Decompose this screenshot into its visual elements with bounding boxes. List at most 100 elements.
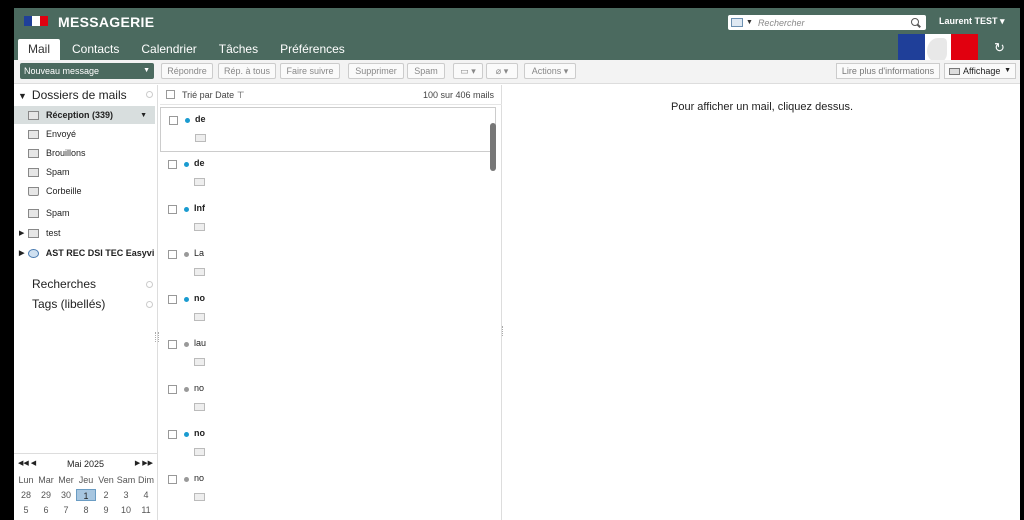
- new-message-label: Nouveau message: [24, 66, 100, 76]
- actions-button[interactable]: Actions ▾: [524, 63, 576, 79]
- read-indicator-icon[interactable]: [184, 342, 189, 347]
- folder-label: Spam: [46, 167, 70, 177]
- tab-mail[interactable]: Mail: [18, 39, 61, 60]
- search-box[interactable]: ▼ Rechercher: [728, 15, 926, 30]
- sidebar-item-trash[interactable]: Corbeille: [14, 182, 155, 200]
- mail-scope-icon[interactable]: [731, 18, 743, 27]
- sidebar-item-spam[interactable]: Spam: [14, 163, 155, 181]
- calendar-day[interactable]: 7: [56, 504, 76, 516]
- sidebar-item-spam-2[interactable]: Spam: [14, 204, 155, 222]
- chevron-down-icon[interactable]: ▼: [143, 67, 150, 74]
- unread-indicator-icon[interactable]: [185, 118, 190, 123]
- message-row[interactable]: no: [160, 467, 496, 512]
- tag-button[interactable]: ⌀ ▾: [486, 63, 518, 79]
- envelope-icon: [194, 268, 205, 276]
- display-icon: [949, 68, 960, 75]
- calendar-day[interactable]: 10: [116, 504, 136, 516]
- calendar-day[interactable]: 28: [16, 489, 36, 501]
- message-list-scrollbar[interactable]: [489, 107, 497, 517]
- message-checkbox[interactable]: [168, 250, 177, 259]
- unread-indicator-icon[interactable]: [184, 297, 189, 302]
- calendar-day[interactable]: 9: [96, 504, 116, 516]
- sidebar-item-test[interactable]: ▶ test: [14, 224, 155, 242]
- message-row[interactable]: de: [160, 152, 496, 197]
- read-indicator-icon[interactable]: [184, 252, 189, 257]
- message-checkbox[interactable]: [168, 160, 177, 169]
- envelope-icon: [194, 403, 205, 411]
- searches-header[interactable]: Recherches: [32, 277, 96, 291]
- message-row[interactable]: de: [160, 107, 496, 152]
- delete-button[interactable]: Supprimer: [348, 63, 404, 79]
- folder-label: Spam: [46, 208, 70, 218]
- read-indicator-icon[interactable]: [184, 477, 189, 482]
- expand-icon[interactable]: ▶: [19, 249, 24, 257]
- read-indicator-icon[interactable]: [184, 387, 189, 392]
- expand-icon[interactable]: ▶: [19, 229, 24, 237]
- display-button[interactable]: Affichage ▼: [944, 63, 1016, 79]
- gear-icon[interactable]: [146, 281, 153, 288]
- search-input[interactable]: Rechercher: [758, 18, 910, 28]
- select-all-checkbox[interactable]: [166, 90, 175, 99]
- tab-tasks[interactable]: Tâches: [209, 39, 268, 60]
- spam-button[interactable]: Spam: [407, 63, 445, 79]
- calendar-day[interactable]: 2: [96, 489, 116, 501]
- refresh-icon[interactable]: ↻: [994, 40, 1005, 56]
- message-checkbox[interactable]: [169, 116, 178, 125]
- gear-icon[interactable]: [146, 91, 153, 98]
- next-month-icon[interactable]: ▶ ▶▶: [135, 459, 153, 467]
- message-row[interactable]: no: [160, 422, 496, 467]
- reply-all-button[interactable]: Rép. à tous: [218, 63, 276, 79]
- calendar-day[interactable]: 29: [36, 489, 56, 501]
- message-row[interactable]: no: [160, 287, 496, 332]
- sort-selector[interactable]: Trié par Date ⊤: [182, 90, 245, 101]
- unread-indicator-icon[interactable]: [184, 162, 189, 167]
- message-checkbox[interactable]: [168, 475, 177, 484]
- forward-button[interactable]: Faire suivre: [280, 63, 340, 79]
- new-message-button[interactable]: Nouveau message ▼: [20, 63, 154, 79]
- message-checkbox[interactable]: [168, 430, 177, 439]
- sidebar-item-inbox[interactable]: Réception (339) ▼: [14, 106, 155, 124]
- gear-icon[interactable]: [146, 301, 153, 308]
- reply-button[interactable]: Répondre: [161, 63, 213, 79]
- tab-contacts[interactable]: Contacts: [62, 39, 129, 60]
- tab-calendar[interactable]: Calendrier: [131, 39, 206, 60]
- sidebar-item-shared-mailbox[interactable]: ▶ AST REC DSI TEC Easyvi: [14, 244, 155, 262]
- search-icon[interactable]: [910, 17, 922, 29]
- sidebar-splitter[interactable]: [155, 332, 159, 342]
- main-tabs: Mail Contacts Calendrier Tâches Préféren…: [14, 38, 357, 60]
- unread-indicator-icon[interactable]: [184, 432, 189, 437]
- message-sender: La: [194, 248, 205, 258]
- user-menu[interactable]: Laurent TEST ▾: [939, 16, 1005, 27]
- calendar-day-today[interactable]: 1: [76, 489, 96, 501]
- collapse-icon[interactable]: ▼: [18, 91, 27, 101]
- message-checkbox[interactable]: [168, 295, 177, 304]
- calendar-day[interactable]: 3: [116, 489, 136, 501]
- sidebar-item-drafts[interactable]: Brouillons: [14, 144, 155, 162]
- calendar-day[interactable]: 5: [16, 504, 36, 516]
- message-row[interactable]: lau: [160, 332, 496, 377]
- calendar-day[interactable]: 6: [36, 504, 56, 516]
- chevron-down-icon[interactable]: ▼: [140, 112, 147, 119]
- message-checkbox[interactable]: [168, 340, 177, 349]
- message-row[interactable]: Inf: [160, 197, 496, 242]
- message-sender: lau: [194, 338, 207, 348]
- calendar-day[interactable]: 8: [76, 504, 96, 516]
- scrollbar-thumb[interactable]: [490, 123, 496, 171]
- calendar-day[interactable]: 30: [56, 489, 76, 501]
- calendar-day[interactable]: 11: [136, 504, 156, 516]
- chevron-down-icon[interactable]: ▼: [746, 19, 753, 26]
- message-row[interactable]: no: [160, 377, 496, 422]
- tags-header[interactable]: Tags (libellés): [32, 297, 105, 311]
- message-row[interactable]: La: [160, 242, 496, 287]
- more-info-button[interactable]: Lire plus d'informations: [836, 63, 940, 79]
- envelope-icon: [195, 134, 206, 142]
- move-folder-button[interactable]: ▭ ▾: [453, 63, 483, 79]
- drafts-icon: [28, 148, 39, 158]
- calendar-day[interactable]: 4: [136, 489, 156, 501]
- message-checkbox[interactable]: [168, 205, 177, 214]
- tab-preferences[interactable]: Préférences: [270, 39, 355, 60]
- sidebar-item-sent[interactable]: Envoyé: [14, 125, 155, 143]
- unread-indicator-icon[interactable]: [184, 207, 189, 212]
- message-checkbox[interactable]: [168, 385, 177, 394]
- folders-header[interactable]: ▼ Dossiers de mails: [18, 88, 127, 102]
